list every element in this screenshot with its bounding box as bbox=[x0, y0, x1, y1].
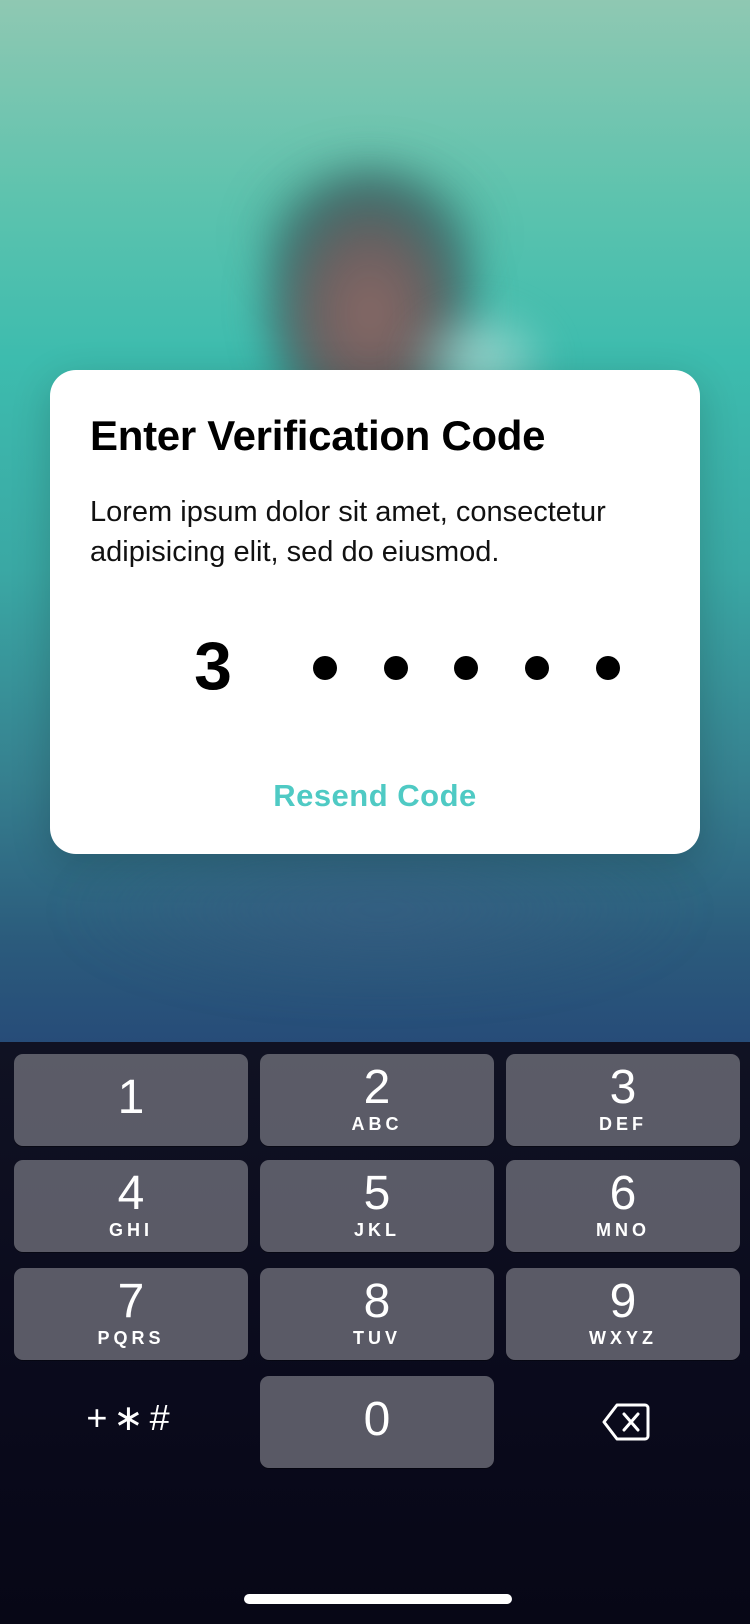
key-9[interactable]: 9 WXYZ bbox=[506, 1268, 740, 1360]
verification-dialog: Enter Verification Code Lorem ipsum dolo… bbox=[50, 370, 700, 854]
key-letters: ABC bbox=[351, 1114, 403, 1134]
key-1[interactable]: 1 bbox=[14, 1054, 248, 1146]
home-indicator[interactable] bbox=[244, 1594, 512, 1604]
key-number: 7 bbox=[117, 1275, 145, 1328]
key-symbols[interactable]: +∗# bbox=[14, 1372, 248, 1464]
resend-code-button[interactable]: Resend Code bbox=[50, 778, 700, 814]
code-dot-4 bbox=[454, 656, 478, 680]
code-dot-6 bbox=[596, 656, 620, 680]
code-dot-3 bbox=[384, 656, 408, 680]
key-letters: DEF bbox=[599, 1114, 647, 1134]
key-7[interactable]: 7 PQRS bbox=[14, 1268, 248, 1360]
code-dot-5 bbox=[525, 656, 549, 680]
key-number: 1 bbox=[117, 1071, 145, 1124]
code-input[interactable]: 3 bbox=[50, 628, 700, 704]
key-number: 2 bbox=[363, 1061, 391, 1114]
key-letters: JKL bbox=[353, 1220, 400, 1240]
key-number: 4 bbox=[117, 1167, 145, 1220]
backspace-icon bbox=[602, 1403, 650, 1441]
key-3[interactable]: 3 DEF bbox=[506, 1054, 740, 1146]
dialog-title: Enter Verification Code bbox=[90, 412, 546, 459]
key-letters: TUV bbox=[353, 1328, 401, 1348]
dialog-description: Lorem ipsum dolor sit amet, consectetur … bbox=[90, 496, 606, 568]
key-4[interactable]: 4 GHI bbox=[14, 1160, 248, 1252]
key-number: 5 bbox=[363, 1167, 391, 1220]
key-8[interactable]: 8 TUV bbox=[260, 1268, 494, 1360]
key-number: 3 bbox=[609, 1061, 637, 1114]
key-number: 0 bbox=[363, 1393, 391, 1446]
numeric-keypad: 1 2 ABC 3 DEF 4 GHI 5 JKL 6 MNO 7 PQRS 8… bbox=[0, 1042, 750, 1624]
key-number: 6 bbox=[609, 1167, 637, 1220]
key-letters: MNO bbox=[596, 1220, 650, 1240]
key-number: 9 bbox=[609, 1275, 637, 1328]
key-letters: PQRS bbox=[97, 1328, 165, 1348]
key-2[interactable]: 2 ABC bbox=[260, 1054, 494, 1146]
key-5[interactable]: 5 JKL bbox=[260, 1160, 494, 1252]
code-dot-2 bbox=[313, 656, 337, 680]
code-digit-1: 3 bbox=[194, 628, 232, 704]
backspace-key[interactable] bbox=[506, 1376, 740, 1468]
key-6[interactable]: 6 MNO bbox=[506, 1160, 740, 1252]
key-letters: GHI bbox=[108, 1220, 153, 1240]
key-0[interactable]: 0 bbox=[260, 1376, 494, 1468]
key-number: 8 bbox=[363, 1275, 391, 1328]
key-letters: WXYZ bbox=[589, 1328, 657, 1348]
